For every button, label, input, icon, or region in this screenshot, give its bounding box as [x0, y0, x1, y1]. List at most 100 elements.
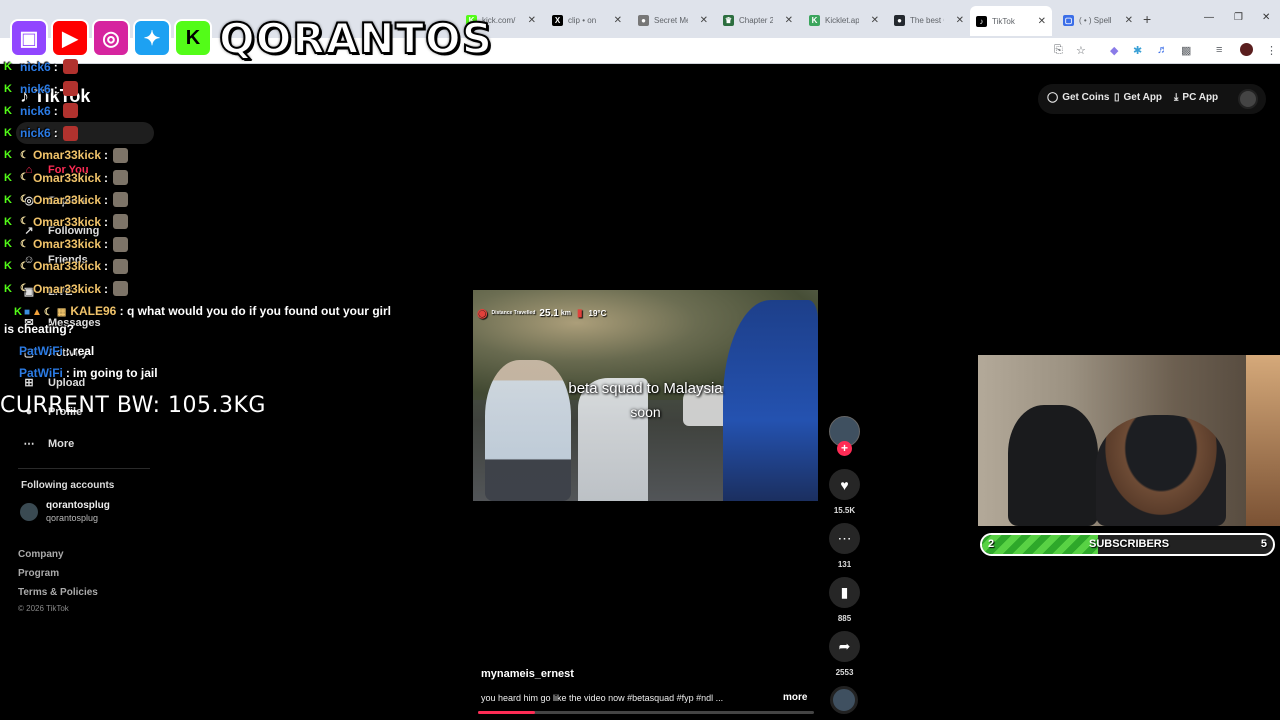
music-disc-icon[interactable]: [830, 686, 858, 714]
chat-emote: [113, 192, 129, 208]
spell-icon: ▢: [1063, 14, 1074, 26]
get-app-button[interactable]: ▯ Get App: [1114, 92, 1162, 103]
tab-close-icon[interactable]: ✕: [614, 15, 622, 26]
webcam-chair: [1008, 405, 1098, 526]
share-arrow-icon: ➦: [838, 638, 851, 654]
tab-close-icon[interactable]: ✕: [956, 15, 964, 26]
browser-menu-icon[interactable]: ⋮: [1266, 44, 1277, 57]
like-button[interactable]: ♥: [829, 469, 860, 500]
kick-badge-icon: K: [4, 193, 12, 206]
chat-emote: [113, 236, 129, 252]
chat-username: KALE96: [70, 304, 117, 318]
browser-tab[interactable]: ● The best C ✕: [888, 8, 970, 32]
share-button[interactable]: ➦: [829, 631, 860, 662]
comment-button[interactable]: ⋯: [829, 523, 860, 554]
video-author[interactable]: mynameis_ernest: [481, 668, 574, 680]
chat-username: Omar33kick: [32, 214, 102, 229]
install-icon[interactable]: ⎘: [1054, 44, 1063, 57]
chat-message: PatWiFi: real: [19, 344, 94, 358]
footer-company-link[interactable]: Company: [18, 549, 64, 560]
youtube-icon: ▶: [51, 19, 89, 57]
chat-separator: :: [104, 281, 109, 296]
bookmark-star-icon[interactable]: ☆: [1076, 44, 1086, 57]
sidebar-item-more[interactable]: ⋯ More: [20, 437, 75, 451]
extensions-puzzle-icon[interactable]: ▩: [1181, 44, 1191, 57]
moon-badge-icon: ☾: [20, 283, 29, 294]
minimize-icon[interactable]: —: [1204, 12, 1214, 23]
kicklet-icon: K: [809, 14, 820, 26]
extension-1-icon[interactable]: ◆: [1110, 44, 1118, 57]
moon-badge-icon: ☾: [20, 194, 29, 206]
webcam-feed: [978, 355, 1280, 526]
tab-close-icon[interactable]: ✕: [528, 15, 536, 26]
browser-tab[interactable]: K Kicklet.app ✕: [803, 8, 885, 32]
hud-distance-unit: km: [560, 309, 571, 317]
video-caption-line2: soon: [630, 404, 661, 420]
chat-separator: :: [104, 237, 109, 252]
browser-tab[interactable]: ● Secret Me ✕: [632, 8, 714, 32]
share-count: 2553: [835, 668, 854, 677]
chat-username: nick6: [20, 81, 51, 96]
browser-tab-title: TikTok: [992, 16, 1015, 26]
tab-close-icon[interactable]: ✕: [700, 15, 708, 26]
chat-emote: [113, 170, 129, 185]
save-button[interactable]: ▮: [829, 577, 860, 608]
tab-close-icon[interactable]: ✕: [1038, 16, 1046, 27]
chat-username: PatWiFi: [19, 344, 63, 358]
chat-separator: :: [104, 192, 109, 207]
subscriber-goal: 5: [1260, 538, 1267, 550]
tab-close-icon[interactable]: ✕: [871, 15, 879, 26]
pc-app-button[interactable]: ⤓ PC App: [1174, 92, 1218, 103]
tab-close-icon[interactable]: ✕: [785, 15, 793, 26]
browser-tab[interactable]: ▢ ( • ) Spell ✕: [1057, 8, 1139, 32]
social-banner: ▣ ▶ ◎ ✦ K QORANTOS: [10, 10, 493, 66]
webcam-door-frame: [1246, 355, 1280, 526]
user-avatar[interactable]: [1238, 89, 1258, 109]
chat-emote: [62, 81, 78, 97]
kick-badge-icon: K: [14, 306, 22, 318]
get-coins-button[interactable]: ◯ Get Coins: [1047, 92, 1109, 103]
pc-app-label: PC App: [1182, 92, 1219, 103]
chat-separator: :: [65, 344, 70, 358]
sidebar-item-label: More: [48, 437, 75, 450]
extension-3-icon[interactable]: ♬: [1157, 44, 1168, 56]
new-tab-button[interactable]: +: [1143, 11, 1151, 27]
get-coins-label: Get Coins: [1062, 92, 1110, 103]
chat-message: K ☾ Omar33kick:: [0, 147, 129, 163]
kick-badge-icon: K: [4, 127, 12, 140]
tab-close-icon[interactable]: ✕: [1125, 15, 1133, 26]
description-more-link[interactable]: more: [783, 692, 807, 703]
coin-icon: ◯: [1047, 92, 1059, 103]
follow-plus-button[interactable]: +: [837, 441, 852, 456]
extension-2-icon[interactable]: ✱: [1133, 44, 1142, 57]
video-person-right: [723, 300, 818, 501]
profile-avatar-icon[interactable]: [1240, 43, 1253, 56]
browser-tab[interactable]: ♪ TikTok ✕: [970, 6, 1052, 36]
footer-program-link[interactable]: Program: [18, 568, 59, 579]
restore-icon[interactable]: ❐: [1234, 12, 1243, 23]
video-hud: ◉ Distance Travelled 25.1 km ▮ 19°C: [477, 306, 606, 320]
close-window-icon[interactable]: ✕: [1262, 12, 1270, 23]
browser-tab[interactable]: ♛ Chapter 2 ✕: [717, 8, 799, 32]
account-name: qorantosplug: [46, 500, 110, 511]
save-count: 885: [837, 614, 852, 623]
chat-separator: :: [53, 126, 58, 141]
video-player[interactable]: ◉ Distance Travelled 25.1 km ▮ 19°C beta…: [473, 290, 818, 501]
github-icon: ●: [894, 14, 905, 26]
browser-tab[interactable]: Xclip • on ✕: [546, 8, 628, 32]
chat-message: K ☾ Omar33kick:: [0, 170, 129, 185]
video-progress-bar[interactable]: [478, 711, 814, 714]
hud-label: Distance Travelled: [491, 310, 536, 316]
bookmark-icon: ▮: [840, 584, 849, 600]
copyright: © 2026 TikTok: [18, 604, 69, 613]
kick-badge-icon: K: [4, 282, 12, 295]
kick-badge-icon: K: [4, 215, 12, 228]
video-caption-line1: beta squad to Malaysia: [568, 380, 723, 397]
reading-list-icon[interactable]: ≡: [1216, 44, 1222, 56]
footer-terms-link[interactable]: Terms & Policies: [18, 587, 98, 598]
browser-tab-title: clip • on: [568, 15, 597, 25]
chat-emote: [113, 281, 129, 296]
account-handle: qorantosplug: [46, 513, 99, 523]
following-account-item[interactable]: qorantosplug qorantosplug: [20, 500, 110, 524]
chat-message: K ☾ Omar33kick:: [0, 258, 129, 274]
